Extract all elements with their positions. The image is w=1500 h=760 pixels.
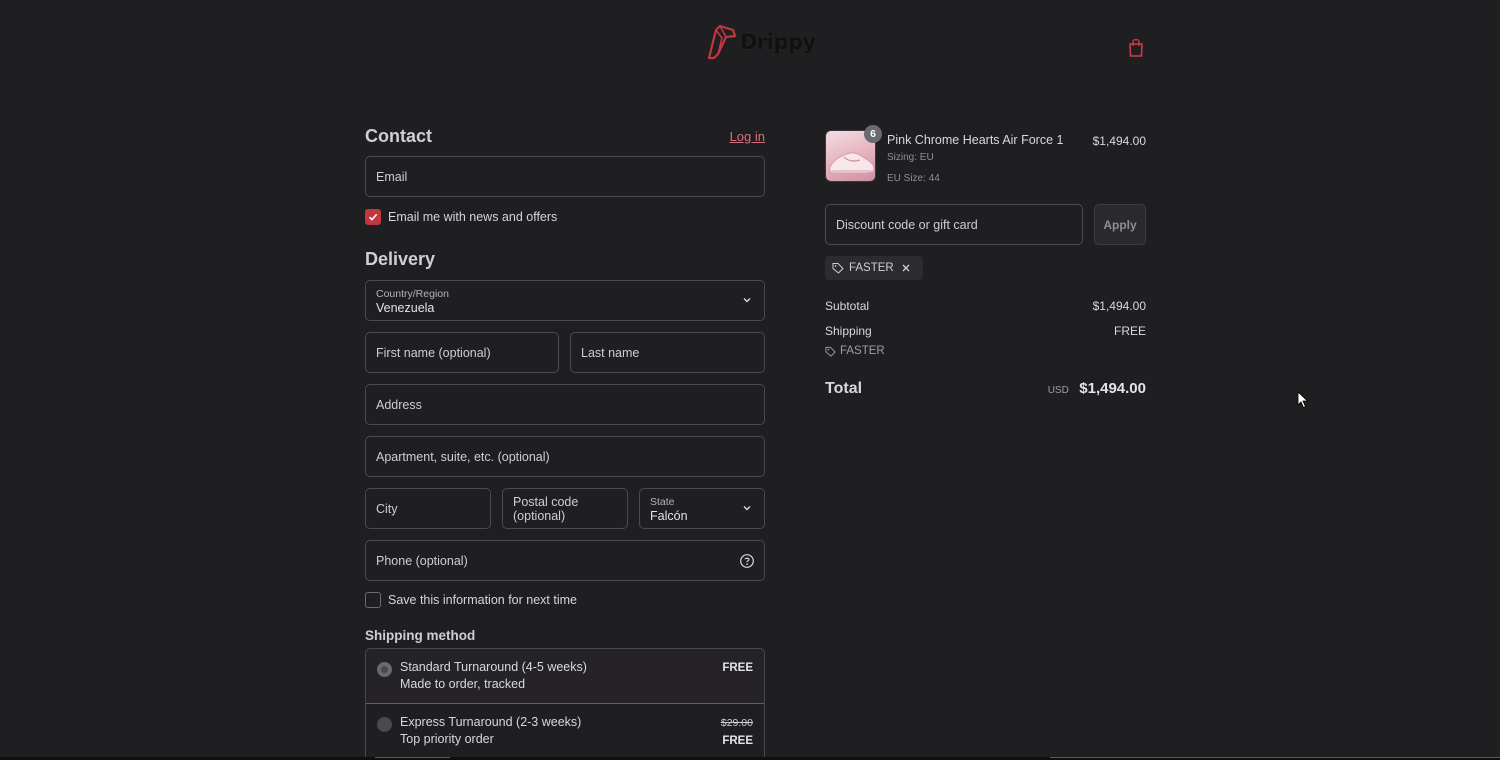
applied-discount-tag: FASTER: [825, 256, 923, 280]
quantity-badge: 6: [864, 125, 882, 143]
product-price: $1,494.00: [1092, 134, 1146, 148]
shipping-option-name: Standard Turnaround (4-5 weeks): [400, 660, 587, 674]
shipping-discount-code: FASTER: [840, 345, 885, 357]
shopping-bag-icon[interactable]: [1127, 38, 1145, 58]
shipping-options: Standard Turnaround (4-5 weeks) Made to …: [365, 648, 765, 760]
brand-name: Drippy: [740, 30, 816, 54]
shipping-option-name: Express Turnaround (2-3 weeks): [400, 715, 582, 729]
delivery-title: Delivery: [365, 249, 436, 269]
city-field[interactable]: City: [365, 488, 491, 529]
shipping-method-title: Shipping method: [365, 628, 476, 643]
shipping-radio-standard[interactable]: [377, 662, 392, 677]
bottom-edge-segment: [1050, 757, 1500, 758]
city-placeholder: City: [376, 501, 398, 516]
save-info-label: Save this information for next time: [388, 593, 577, 607]
shipping-option-sub: Top priority order: [400, 732, 494, 746]
country-value: Venezuela: [376, 301, 435, 315]
discount-placeholder: Discount code or gift card: [836, 217, 978, 232]
shipping-value: FREE: [1113, 324, 1146, 338]
bottom-edge-segment: [375, 757, 450, 758]
newsletter-checkbox[interactable]: [365, 209, 381, 225]
total-label: Total: [825, 380, 863, 397]
product-name: Pink Chrome Hearts Air Force 1: [887, 133, 1064, 147]
subtotal-row: Subtotal $1,494.00: [825, 299, 1146, 313]
shipping-discount-line: FASTER: [825, 345, 885, 357]
apply-button[interactable]: Apply: [1094, 204, 1146, 245]
save-info-row[interactable]: Save this information for next time: [365, 592, 765, 608]
shipping-option-price: FREE: [722, 662, 753, 674]
address-placeholder: Address: [376, 397, 422, 412]
country-select[interactable]: Country/Region Venezuela: [365, 280, 765, 321]
header: Drippy: [0, 0, 1500, 95]
phone-field[interactable]: Phone (optional): [365, 540, 765, 581]
subtotal-label: Subtotal: [825, 299, 870, 313]
shipping-option-price: FREE: [722, 735, 753, 747]
shipping-radio-express[interactable]: [377, 717, 392, 732]
state-select[interactable]: State Falcón: [639, 488, 765, 529]
total-currency: USD: [1047, 385, 1069, 396]
product-size: EU Size: 44: [887, 173, 940, 184]
state-value: Falcón: [650, 509, 688, 523]
first-name-placeholder: First name (optional): [376, 345, 491, 360]
newsletter-row[interactable]: Email me with news and offers: [365, 209, 765, 225]
email-field[interactable]: Email: [365, 156, 765, 197]
tag-icon: [832, 263, 844, 274]
apartment-placeholder: Apartment, suite, etc. (optional): [376, 449, 550, 464]
state-label: State: [650, 496, 675, 508]
chevron-down-icon: [743, 298, 751, 303]
shipping-option-standard[interactable]: Standard Turnaround (4-5 weeks) Made to …: [366, 649, 764, 704]
brand-logo[interactable]: Drippy: [706, 24, 816, 60]
address-field[interactable]: Address: [365, 384, 765, 425]
total-row: Total USD $1,494.00: [825, 380, 1146, 398]
shipping-option-sub: Made to order, tracked: [400, 677, 526, 691]
checkmark-icon: [368, 213, 378, 221]
postal-code-field[interactable]: Postal code (optional): [502, 488, 628, 529]
last-name-field[interactable]: Last name: [570, 332, 765, 373]
discount-row: Discount code or gift card Apply: [825, 204, 1146, 245]
login-link[interactable]: Log in: [730, 129, 765, 144]
postal-code-placeholder: Postal code (optional): [513, 494, 579, 523]
shipping-row: Shipping FREE: [825, 324, 1146, 338]
discount-code-input[interactable]: Discount code or gift card: [825, 204, 1083, 245]
country-label: Country/Region: [376, 288, 449, 300]
cart-line-item: 6 Pink Chrome Hearts Air Force 1 Sizing:…: [825, 125, 1146, 185]
applied-discount-code: FASTER: [849, 262, 894, 274]
apartment-field[interactable]: Apartment, suite, etc. (optional): [365, 436, 765, 477]
checkout-form: Contact Log in Email Email me with news …: [365, 120, 765, 760]
remove-discount-icon[interactable]: [901, 263, 911, 273]
shipping-label: Shipping: [825, 324, 872, 338]
chevron-down-icon: [743, 506, 751, 511]
help-icon[interactable]: [739, 553, 755, 569]
order-summary: 6 Pink Chrome Hearts Air Force 1 Sizing:…: [825, 125, 1146, 397]
sneaker-logo-icon: [707, 24, 737, 60]
subtotal-value: $1,494.00: [1092, 299, 1146, 313]
email-placeholder: Email: [376, 169, 408, 184]
first-name-field[interactable]: First name (optional): [365, 332, 559, 373]
shipping-option-express[interactable]: Express Turnaround (2-3 weeks) Top prior…: [366, 704, 764, 760]
contact-title: Contact: [365, 125, 432, 146]
tag-icon: [825, 346, 836, 357]
product-sizing: Sizing: EU: [887, 152, 934, 163]
shipping-option-price-block: $29.00 FREE: [721, 717, 753, 747]
mouse-cursor-icon: [1297, 391, 1309, 409]
last-name-placeholder: Last name: [581, 345, 640, 360]
total-value: $1,494.00: [1079, 380, 1146, 397]
shipping-option-original-price: $29.00: [720, 717, 753, 729]
phone-placeholder: Phone (optional): [376, 553, 468, 568]
save-info-checkbox[interactable]: [365, 592, 381, 608]
newsletter-label: Email me with news and offers: [388, 210, 558, 224]
